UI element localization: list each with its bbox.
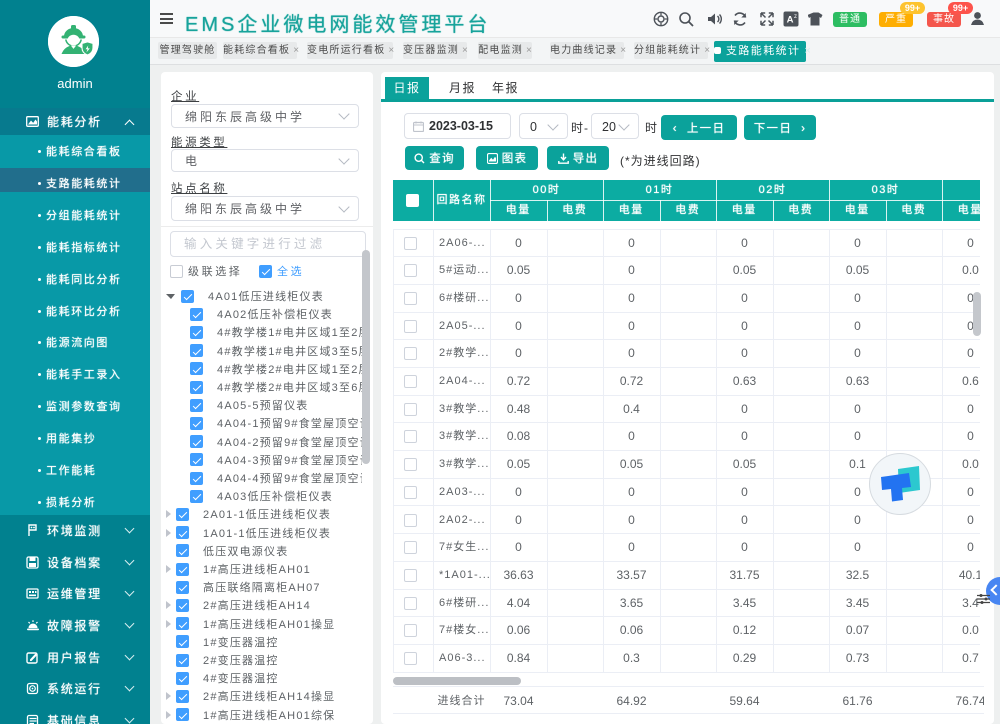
- svg-text:z: z: [794, 14, 797, 20]
- svg-text:A: A: [787, 15, 794, 26]
